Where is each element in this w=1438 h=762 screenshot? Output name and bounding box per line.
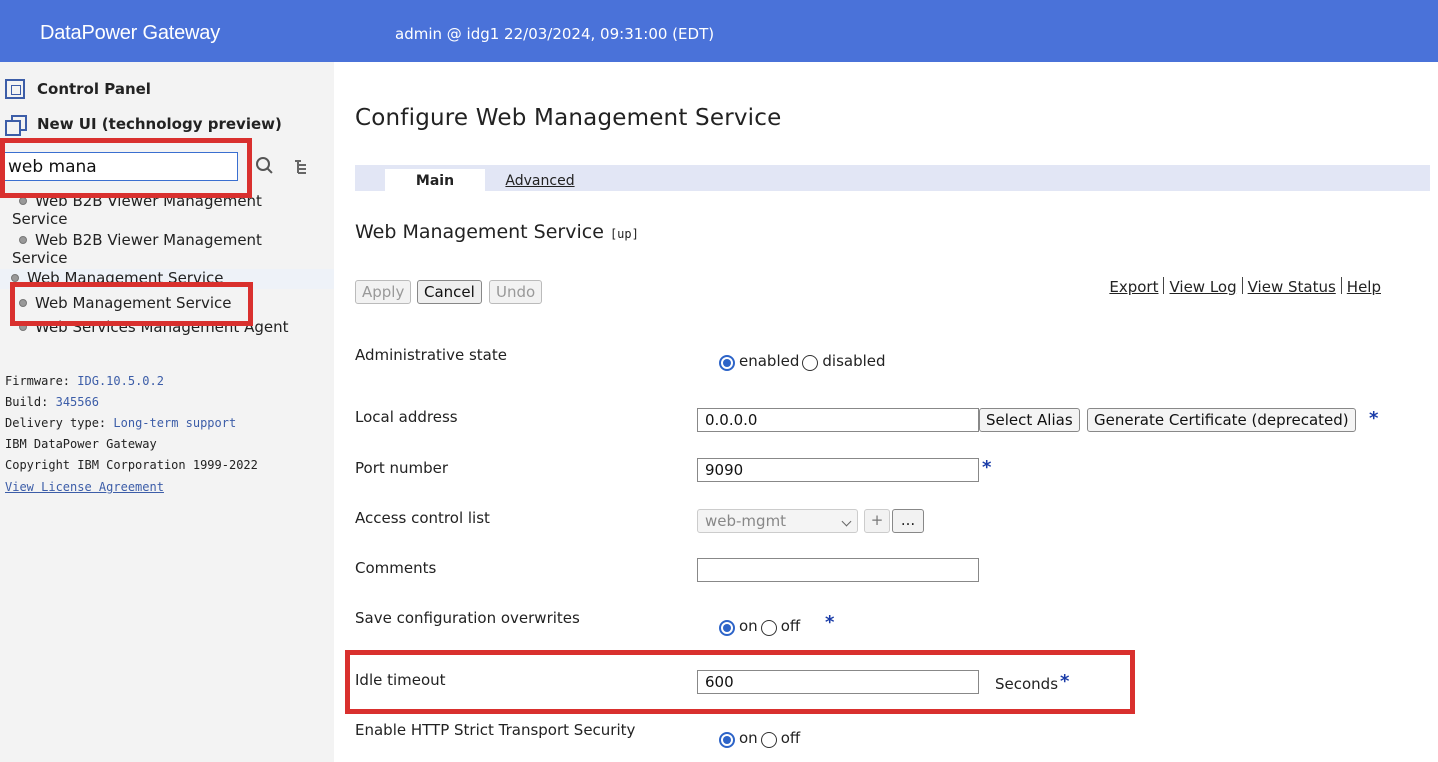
control-panel-label: Control Panel — [37, 80, 151, 98]
object-status: [up] — [609, 227, 639, 241]
highlight-box-result — [10, 282, 253, 326]
control-panel-link[interactable]: Control Panel — [5, 77, 151, 101]
local-address-label: Local address — [355, 408, 458, 426]
search-result-item[interactable]: Web B2B Viewer Management Service — [0, 195, 334, 228]
top-header-bar: DataPower Gateway admin @ idg1 22/03/202… — [0, 0, 1438, 62]
save-overwrites-on-radio[interactable] — [719, 620, 735, 636]
export-link[interactable]: Export — [1109, 278, 1158, 296]
copyright-text: Copyright IBM Corporation 1999-2022 — [5, 458, 258, 472]
tab-main[interactable]: Main — [385, 169, 485, 191]
search-icon[interactable] — [255, 156, 273, 174]
admin-state-label: Administrative state — [355, 346, 507, 364]
admin-state-radios: enabled disabled — [719, 351, 889, 371]
license-agreement-link[interactable]: View License Agreement — [5, 477, 164, 498]
bullet-icon — [19, 197, 27, 205]
cancel-button[interactable]: Cancel — [417, 280, 482, 304]
select-alias-button[interactable]: Select Alias — [979, 408, 1080, 432]
acl-label: Access control list — [355, 509, 490, 527]
generate-certificate-button[interactable]: Generate Certificate (deprecated) — [1087, 408, 1356, 432]
tab-bar: Main Advanced — [355, 165, 1430, 191]
port-number-input[interactable]: 9090 — [697, 458, 979, 482]
required-marker: * — [1369, 408, 1379, 429]
product-name: IBM DataPower Gateway — [5, 437, 157, 451]
tree-view-icon[interactable] — [295, 160, 307, 174]
save-overwrites-label: Save configuration overwrites — [355, 609, 580, 627]
bullet-icon — [19, 236, 27, 244]
edit-acl-button[interactable]: ... — [892, 509, 924, 533]
hsts-on-radio[interactable] — [719, 732, 735, 748]
session-info: admin @ idg1 22/03/2024, 09:31:00 (EDT) — [395, 25, 715, 43]
firmware-info: Firmware: IDG.10.5.0.2 — [5, 374, 164, 388]
delivery-type-info: Delivery type: Long-term support — [5, 416, 237, 430]
admin-state-enabled-radio[interactable] — [719, 355, 735, 371]
highlight-box-idle-timeout — [345, 650, 1135, 714]
required-marker: * — [825, 612, 835, 633]
apply-button[interactable]: Apply — [355, 280, 412, 304]
port-number-label: Port number — [355, 459, 449, 477]
hsts-label: Enable HTTP Strict Transport Security — [355, 721, 636, 739]
local-address-input[interactable]: 0.0.0.0 — [697, 408, 979, 432]
action-links: Export View Log View Status Help — [1109, 277, 1381, 296]
highlight-box-search — [0, 138, 252, 198]
build-info: Build: 345566 — [5, 395, 99, 409]
new-ui-link[interactable]: New UI (technology preview) — [5, 112, 282, 136]
acl-select[interactable]: web-mgmt — [697, 509, 858, 533]
save-overwrites-off-radio[interactable] — [760, 620, 777, 636]
save-overwrites-radios: on off — [719, 616, 803, 636]
required-marker: * — [982, 457, 992, 478]
object-title: Web Management Service [up] — [355, 221, 639, 243]
comments-input[interactable] — [697, 558, 979, 582]
help-link[interactable]: Help — [1347, 278, 1381, 296]
hsts-off-radio[interactable] — [760, 732, 777, 748]
tab-advanced[interactable]: Advanced — [495, 169, 585, 191]
view-status-link[interactable]: View Status — [1248, 278, 1336, 296]
brand-title: DataPower Gateway — [40, 22, 221, 44]
admin-state-disabled-radio[interactable] — [802, 355, 819, 371]
control-panel-icon — [5, 79, 25, 99]
new-ui-label: New UI (technology preview) — [37, 115, 282, 133]
view-log-link[interactable]: View Log — [1169, 278, 1236, 296]
new-window-icon — [5, 114, 27, 136]
undo-button[interactable]: Undo — [489, 280, 543, 304]
search-result-item[interactable]: Web B2B Viewer Management Service — [0, 231, 334, 267]
add-acl-button[interactable]: + — [864, 509, 890, 533]
page-title: Configure Web Management Service — [355, 105, 782, 131]
hsts-radios: on off — [719, 728, 803, 748]
comments-label: Comments — [355, 559, 437, 577]
chevron-down-icon — [841, 516, 852, 527]
bullet-icon — [11, 274, 19, 282]
